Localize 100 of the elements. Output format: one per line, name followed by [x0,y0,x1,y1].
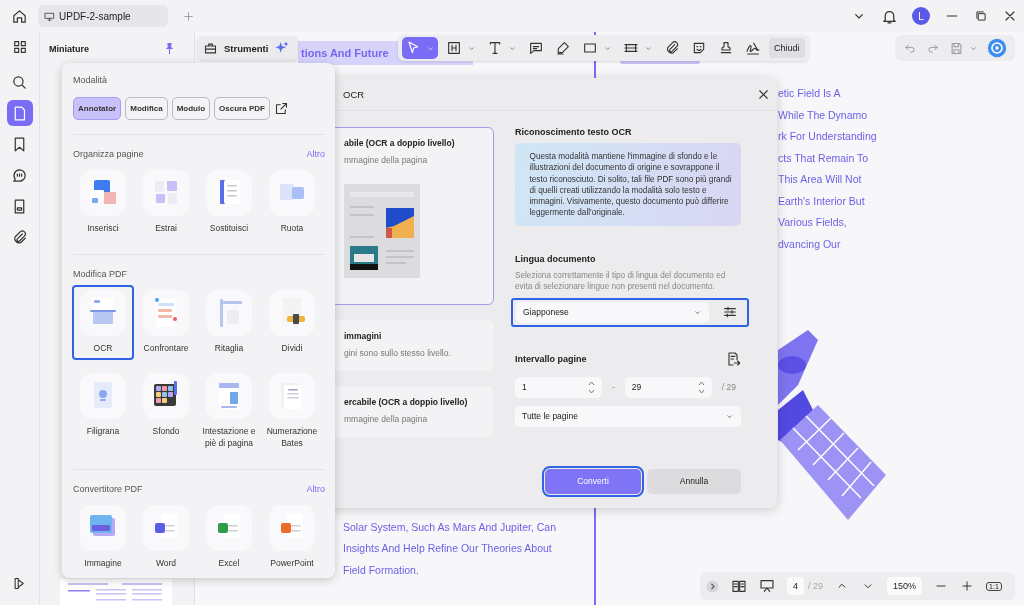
tool-tile[interactable]: Sfondo [135,368,197,455]
external-link-icon[interactable] [273,101,289,116]
more-link[interactable]: Altro [306,484,325,494]
text-icon [487,40,503,56]
tool-tile[interactable]: OCR [72,285,134,360]
tool-tile[interactable]: Inserisci [72,165,134,240]
section-title: Organizza pagine [73,149,144,159]
sticker-icon [691,40,707,56]
paperclip-icon [11,228,28,246]
cancel-button[interactable]: Annulla [647,468,741,494]
cards-icon [269,170,315,216]
badge-document-icon [80,373,126,419]
more-link[interactable]: Altro [306,149,325,159]
option-title: abile (OCR a doppio livello) [344,138,456,148]
document-icon [206,170,252,216]
presentation-icon[interactable] [759,578,775,594]
language-dropdown[interactable]: Giapponese [516,301,709,323]
document-tab[interactable]: UPDF-2-sample [38,5,168,27]
assistant-icon[interactable] [987,38,1007,58]
note-icon [528,40,544,56]
page-count: / 29 [808,581,824,591]
section-title: Modalità [73,75,109,85]
stamp-icon [718,40,734,56]
tool-tile[interactable]: Filigrana [72,368,134,455]
document-text: While The Dynamo [778,107,869,123]
documents-icon [80,170,126,216]
range-separator: - [612,382,615,393]
dialog-title: OCR [343,88,365,100]
document-icon [143,290,189,336]
spreadsheet-file-icon [206,505,252,551]
option-description: mmagine della pagina [344,155,429,165]
document-text: Solar System, Such As Mars And Jupiter, Can [343,519,557,535]
restore-icon[interactable] [974,9,988,23]
close-button[interactable]: Chiudi [769,38,805,58]
section-title: Modifica PDF [73,269,127,279]
cutter-icon [269,290,315,336]
stepper-icon[interactable] [588,380,595,394]
expand-icon[interactable] [706,579,719,593]
section-title: Convertitore PDF [73,484,143,494]
page-thumbnail[interactable] [60,579,172,605]
monitor-icon [44,10,55,22]
mode-button[interactable]: Oscura PDF [214,97,270,120]
search-icon [11,73,28,91]
highlighter-icon [555,40,571,56]
hint-text: Seleziona correttamente il tipo di lingua del documento ed evita di selezionare lingue non presenti nel documento. [515,269,727,292]
toolbox-icon [203,40,218,56]
page-swap-icon[interactable] [725,350,741,367]
tools-label: Strumenti [224,42,269,54]
tool-tile[interactable]: Intestazione e piè di pagina [198,368,260,455]
section-title: Riconoscimento testo OCR [515,127,633,137]
ruler-icon [206,290,252,336]
tools-button[interactable]: Strumenti [197,36,298,60]
book-icon[interactable] [731,578,747,594]
mode-button[interactable]: Annotator [73,97,122,120]
pin-icon[interactable] [163,41,176,56]
stepper-icon[interactable] [697,380,705,394]
section-title: Intervallo pagine [515,353,587,364]
mode-button[interactable]: Modulo [171,97,211,120]
tool-tile[interactable]: Ruota [261,165,323,240]
tool-tile[interactable]: Ritaglia [198,285,260,360]
tool-tile[interactable]: Dividi [261,285,323,360]
document-text: Insights And Help Refine Our Theories About [343,541,553,556]
tool-tile[interactable]: Sostituisci [198,165,260,240]
page-scope-dropdown[interactable]: Tutte le pagine [515,405,741,427]
avatar[interactable]: L [912,7,930,25]
tool-tile[interactable]: Excel [198,500,260,575]
sidebar-icon[interactable] [12,576,27,591]
tool-tile[interactable]: Word [135,500,197,575]
option-title: immagini [344,331,383,341]
heading-icon [446,40,462,56]
panel-title: Miniature [49,43,89,54]
tool-tile[interactable]: Numerazione Bates [261,368,323,455]
signature-icon [745,40,761,56]
grid-icon[interactable] [11,39,28,55]
plus-icon[interactable] [960,579,975,593]
tool-tile[interactable]: Confrontare [135,285,197,360]
convert-button[interactable]: Converti [545,468,641,494]
option-title: ercabile (OCR a doppio livello) [344,397,469,407]
comment-icon [11,166,28,184]
page-from-field[interactable]: 1 [515,376,602,398]
tab-title: UPDF-2-sample [59,10,131,22]
document-text: dvancing Our [778,236,842,252]
zoom-field[interactable]: 150% [887,577,923,595]
document-icon [206,373,252,419]
option-description: gini sono sullo stesso livello. [344,348,452,358]
tool-tile[interactable]: Immagine [72,500,134,575]
section-title: Lingua documento [515,253,597,264]
palette-icon [143,373,189,419]
document-text: Field Formation. [343,562,420,578]
tool-tile[interactable]: PowerPoint [261,500,323,575]
page-number-field[interactable]: 4 [787,577,804,595]
cursor-icon [405,40,421,56]
squares-icon [143,170,189,216]
home-icon[interactable] [11,7,28,25]
document-heading: tions And Future [301,47,389,59]
stacked-pages-icon [269,373,315,419]
option-description: mmagine della pagina [344,414,429,424]
mode-button[interactable]: Modifica [125,97,168,120]
page-to-field[interactable]: 29 [624,376,712,398]
tool-tile[interactable]: Estrai [135,165,197,240]
